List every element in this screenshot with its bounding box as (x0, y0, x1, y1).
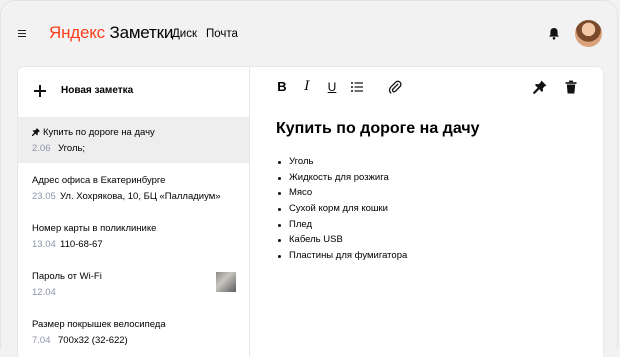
note-date: 7.04 (32, 335, 51, 346)
logo-app-name: Заметки (109, 23, 174, 42)
app-window: Яндекс Заметки Диск Почта Новая заметка … (0, 0, 618, 357)
note-bullet-list[interactable]: Уголь Жидкость для розжига Мясо Сухой ко… (276, 154, 407, 264)
list-item: Сухой корм для кошки (276, 201, 407, 217)
bold-button[interactable]: B (275, 80, 289, 94)
top-bar: Яндекс Заметки Диск Почта (1, 1, 617, 65)
notes-card: Новая заметка Купить по дороге на дачу 2… (18, 67, 603, 357)
note-title: Номер карты в поликлинике (32, 223, 157, 234)
note-editor: B I U Купить по дороге на дачу Уголь Жид… (250, 67, 603, 357)
note-preview: Ул. Хохрякова, 10, БЦ «Палладиум» (60, 191, 221, 202)
notes-sidebar: Новая заметка Купить по дороге на дачу 2… (18, 67, 250, 357)
italic-button[interactable]: I (300, 80, 314, 94)
list-item: Пластины для фумигатора (276, 248, 407, 264)
list-item: Жидкость для розжига (276, 170, 407, 186)
bulleted-list-icon[interactable] (350, 80, 364, 94)
bell-icon[interactable] (548, 27, 560, 40)
list-item[interactable]: Размер покрышек велосипеда 7.04 700x32 (… (18, 309, 249, 355)
note-heading[interactable]: Купить по дороге на дачу (276, 120, 480, 138)
plus-icon (34, 85, 46, 97)
nav-link-disk[interactable]: Диск (172, 28, 197, 40)
note-thumbnail (216, 272, 236, 292)
note-preview: 110-68-67 (60, 239, 103, 250)
note-date: 12.04 (32, 287, 56, 298)
list-item[interactable]: Номер карты в поликлинике 13.04 110-68-6… (18, 213, 249, 259)
note-preview: 700x32 (32-622) (58, 335, 128, 346)
nav-link-mail[interactable]: Почта (206, 28, 238, 40)
note-date: 13.04 (32, 239, 56, 250)
note-title-text: Купить по дороге на дачу (43, 127, 155, 138)
note-title: Купить по дороге на дачу (32, 127, 155, 138)
note-date: 23.05 (32, 191, 56, 202)
list-item: Мясо (276, 185, 407, 201)
menu-icon[interactable] (18, 30, 26, 38)
note-title: Размер покрышек велосипеда (32, 319, 166, 330)
pin-icon[interactable] (533, 80, 547, 94)
list-item: Кабель USB (276, 232, 407, 248)
list-item: Уголь (276, 154, 407, 170)
logo[interactable]: Яндекс Заметки (49, 23, 173, 43)
list-item: Плед (276, 217, 407, 233)
avatar[interactable] (575, 20, 602, 47)
pin-icon (32, 128, 40, 136)
new-note-label: Новая заметка (61, 85, 134, 96)
note-title: Пароль от Wi-Fi (32, 271, 102, 282)
logo-brand: Яндекс (49, 23, 105, 42)
list-item[interactable]: Адрес офиса в Екатеринбурге 23.05 Ул. Хо… (18, 165, 249, 211)
note-preview: Уголь; (58, 143, 86, 154)
note-title: Адрес офиса в Екатеринбурге (32, 175, 166, 186)
note-date: 2.06 (32, 143, 51, 154)
list-item[interactable]: Пароль от Wi-Fi 12.04 (18, 261, 249, 307)
underline-button[interactable]: U (325, 80, 339, 94)
trash-icon[interactable] (564, 80, 578, 94)
attachment-icon[interactable] (388, 80, 402, 94)
list-item[interactable]: Купить по дороге на дачу 2.06 Уголь; (18, 117, 249, 163)
